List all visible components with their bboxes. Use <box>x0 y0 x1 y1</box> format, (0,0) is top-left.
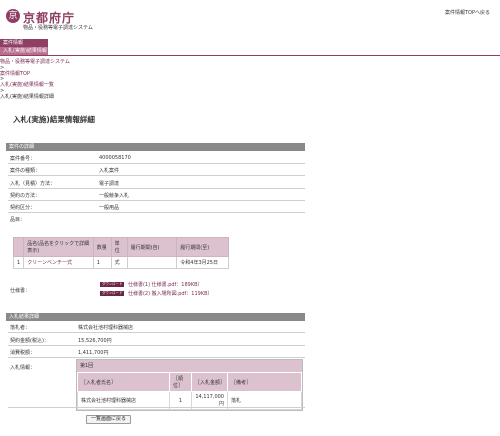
field-case-number: 案件番号： 4000058170 <box>8 152 305 164</box>
spec-file-link[interactable]: 仕様書(1) 仕様書.pdf：189KB） <box>128 282 203 288</box>
field-contract-amount: 契約金額(税込)： 15,526,700円 <box>8 334 305 346</box>
field-items: 品目： <box>10 217 26 223</box>
divider <box>8 407 305 408</box>
table-row: 1 クリーンベンチ一式 1 式 令和4年3月25日 <box>12 256 229 269</box>
items-table: 品名(品名をクリックで詳細表示) 数量 単位 履行期間(自) 履行期間(至) 1… <box>12 237 229 269</box>
table-header-row: ［入札者氏名］ ［順位］ ［入札金額］ ［備考］ <box>77 372 302 392</box>
back-to-top-link[interactable]: 案件情報TOPへ戻る <box>445 9 490 16</box>
case-section-header: 案件の詳細 <box>6 143 305 151</box>
system-name: 物品・役務等電子調達システム <box>23 25 93 31</box>
spec-file-1: ダウンロード 仕様書(1) 仕様書.pdf：189KB） <box>100 281 203 288</box>
field-contract-category: 契約区分： 一般用品 <box>8 201 305 213</box>
breadcrumb-current: 入札(実施)結果情報詳細 <box>0 93 54 100</box>
spec-label: 仕様書： <box>10 288 31 294</box>
nav-divider <box>0 55 500 56</box>
page-title: 入札(実施)結果情報詳細 <box>13 115 95 124</box>
field-case-type: 案件の種類： 入札案件 <box>8 164 305 176</box>
spec-file-link[interactable]: 仕様書(2) 搬入場所図.pdf：119KB） <box>128 291 213 297</box>
back-to-list-button[interactable]: 一覧画面に戻る <box>86 415 132 424</box>
download-badge[interactable]: ダウンロード <box>100 282 125 287</box>
col-unit: 単位 <box>110 237 128 257</box>
breadcrumb-home[interactable]: 物品・役務等電子調達システム <box>0 59 70 66</box>
bid-info-label: 入札情報： <box>10 365 36 371</box>
spec-file-2: ダウンロード 仕様書(2) 搬入場所図.pdf：119KB） <box>100 290 213 297</box>
breadcrumb: 物品・役務等電子調達システム > 案件情報TOP > 入札(実施)結果情報一覧 … <box>0 59 70 101</box>
field-bid-method: 入札（見積）方法： 電子調達 <box>8 177 305 189</box>
field-winner: 落札者： 株式会社池村理科器械店 <box>8 321 305 333</box>
logo: 京 京都府庁 物品・役務等電子調達システム <box>6 6 116 32</box>
bid-table: ［入札者氏名］ ［順位］ ［入札金額］ ［備考］ 株式会社池村理科器械店 1 1… <box>77 372 302 410</box>
field-contract-method: 契約の方法： 一般競争入札 <box>8 189 305 201</box>
col-period-to: 履行期間(至) <box>176 237 229 257</box>
col-qty: 数量 <box>92 237 112 257</box>
col-item-name: 品名(品名をクリックで詳細表示) <box>23 237 94 257</box>
table-header-row: 品名(品名をクリックで詳細表示) 数量 単位 履行期間(自) 履行期間(至) <box>12 237 229 257</box>
main-nav: 案件情報 入札(実施)結果情報 <box>0 39 500 56</box>
col-period-from: 履行期間(自) <box>126 237 178 257</box>
result-section-header: 入札結果詳細 <box>6 313 305 321</box>
nav-item-result-info[interactable]: 入札(実施)結果情報 <box>0 47 48 55</box>
bid-round: 第1回 <box>77 360 302 372</box>
field-tax-amount: 消費税額： 1,411,700円 <box>8 346 305 358</box>
nav-item-case-info[interactable]: 案件情報 <box>0 39 48 47</box>
bid-info-box: 第1回 ［入札者氏名］ ［順位］ ［入札金額］ ［備考］ 株式会社池村理科器械店… <box>76 359 303 411</box>
download-badge[interactable]: ダウンロード <box>100 291 125 296</box>
emblem-icon: 京 <box>6 9 20 23</box>
item-name-link[interactable]: クリーンベンチ一式 <box>27 260 72 266</box>
